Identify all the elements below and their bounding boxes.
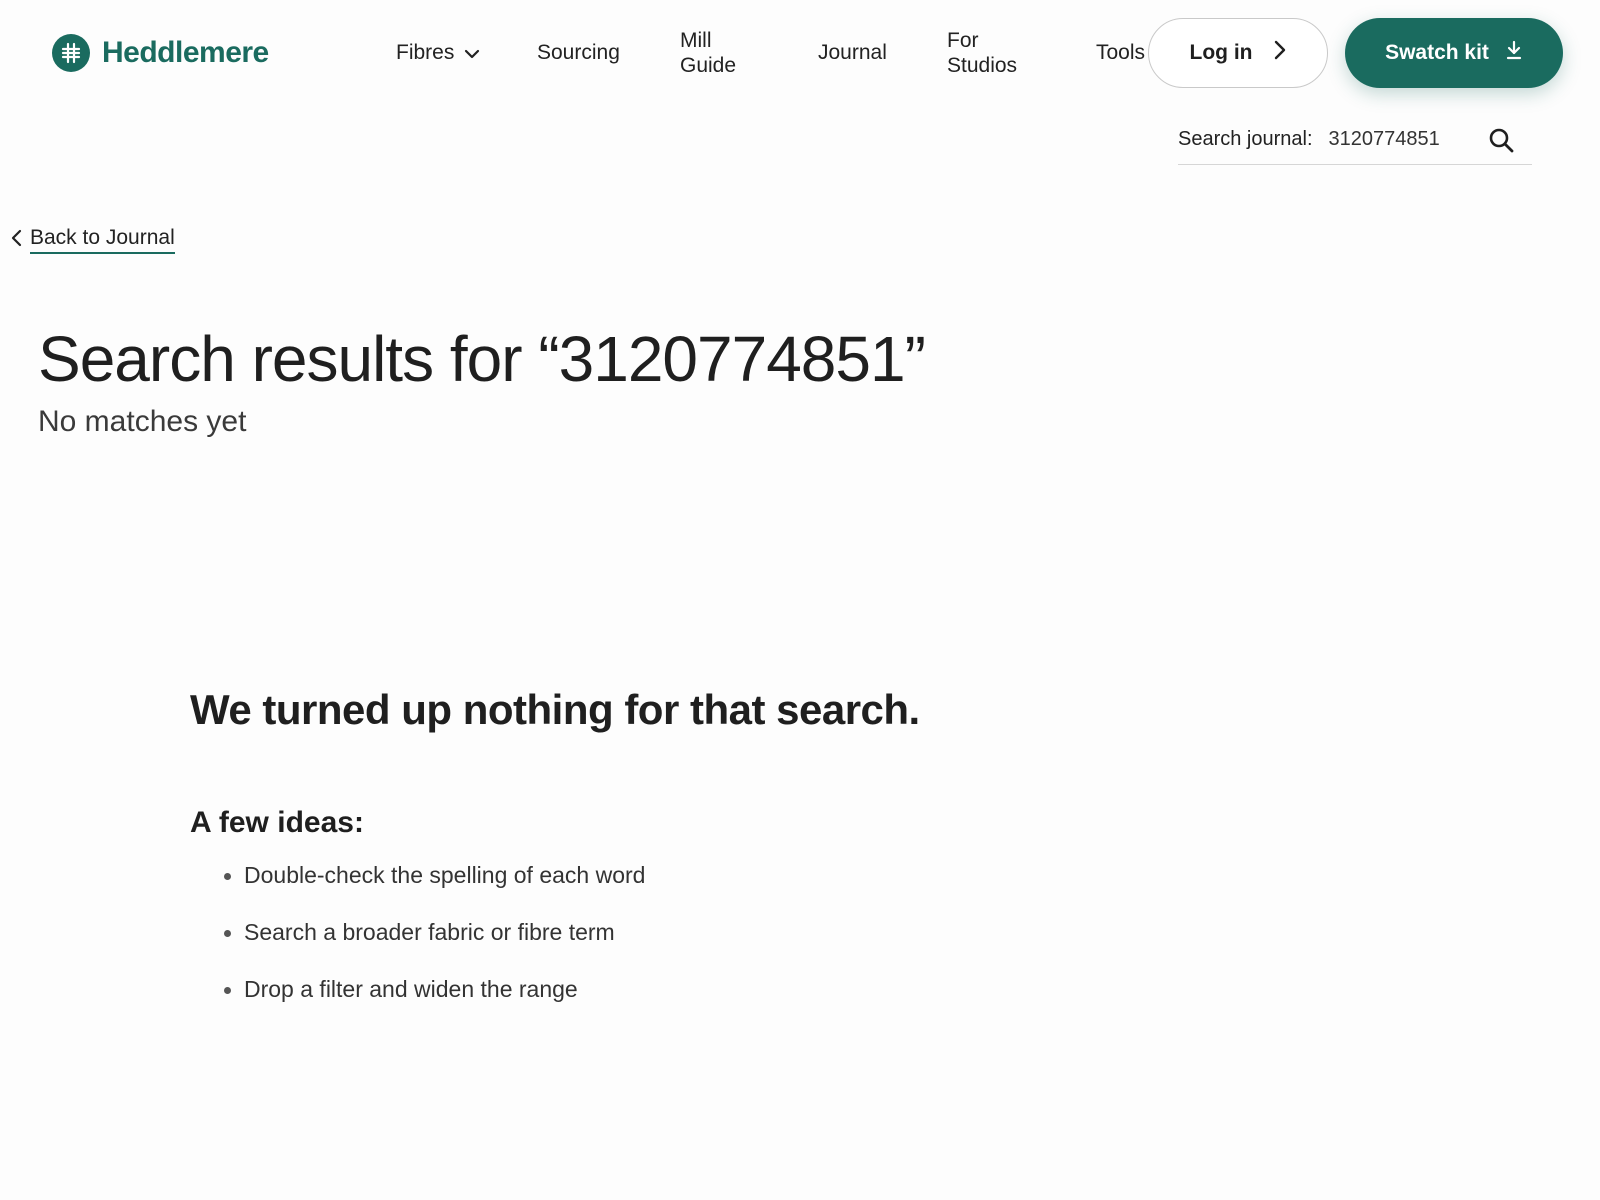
empty-state-heading: We turned up nothing for that search.	[190, 686, 920, 733]
loom-grid-icon	[52, 34, 90, 72]
nav-tools[interactable]: Tools	[1096, 40, 1145, 65]
swatch-kit-button[interactable]: Swatch kit	[1345, 18, 1563, 88]
nav-fibres-label: Fibres	[396, 41, 455, 64]
chevron-left-icon	[10, 228, 22, 253]
nav-for-studios[interactable]: For Studios	[947, 28, 1037, 78]
search-icon[interactable]	[1486, 125, 1516, 155]
login-label: Log in	[1189, 41, 1253, 64]
list-item: Search a broader fabric or fibre term	[223, 917, 645, 974]
chevron-down-icon	[464, 40, 480, 65]
back-link-label: Back to Journal	[30, 226, 175, 254]
list-item: Drop a filter and widen the range	[223, 974, 645, 1031]
list-item: Double-check the spelling of each word	[223, 860, 645, 917]
ideas-list: Double-check the spelling of each word S…	[223, 860, 645, 1031]
nav-mill-guide[interactable]: Mill Guide	[680, 28, 750, 78]
brand-name: Heddlemere	[102, 36, 269, 69]
login-button[interactable]: Log in	[1148, 18, 1328, 88]
site-header: Heddlemere Fibres Sourcing Mill Guide Jo…	[0, 0, 1600, 110]
search-input[interactable]	[1328, 128, 1479, 151]
download-icon	[1505, 40, 1523, 66]
search-label: Search journal:	[1178, 128, 1313, 150]
swatch-kit-label: Swatch kit	[1385, 41, 1489, 64]
nav-journal[interactable]: Journal	[818, 40, 887, 65]
ideas-heading: A few ideas:	[190, 806, 364, 839]
nav-sourcing[interactable]: Sourcing	[537, 40, 620, 65]
nav-fibres[interactable]: Fibres	[396, 40, 480, 65]
back-to-journal-link[interactable]: Back to Journal	[10, 226, 175, 254]
page-title: Search results for “3120774851”	[38, 323, 926, 395]
brand-logo[interactable]: Heddlemere	[52, 34, 269, 72]
chevron-right-icon	[1274, 40, 1286, 66]
results-status: No matches yet	[38, 405, 247, 438]
journal-search: Search journal:	[1178, 115, 1532, 165]
